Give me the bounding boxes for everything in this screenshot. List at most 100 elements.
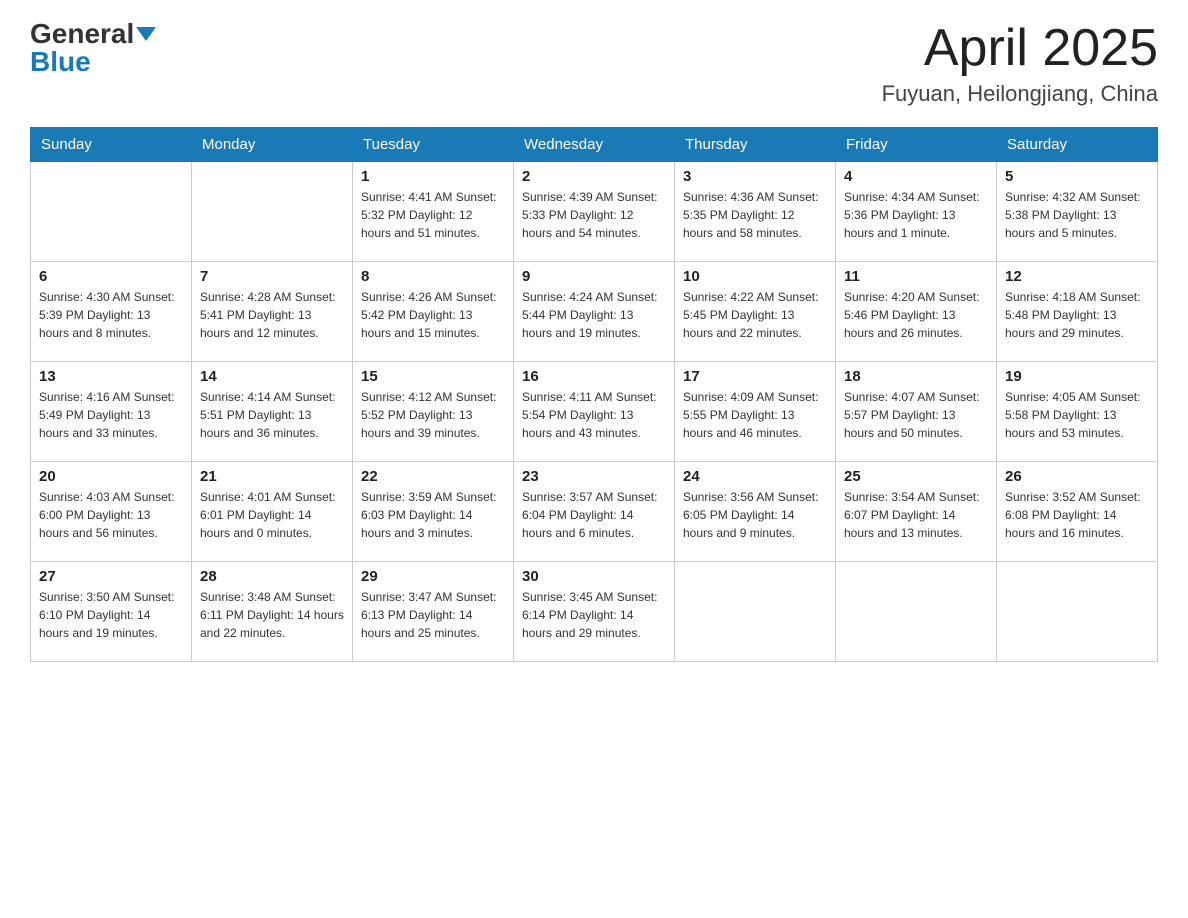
day-info: Sunrise: 3:45 AM Sunset: 6:14 PM Dayligh… [522,588,666,642]
calendar-cell: 24 Sunrise: 3:56 AM Sunset: 6:05 PM Dayli… [675,462,836,562]
calendar-cell: 16Sunrise: 4:11 AM Sunset: 5:54 PM Dayli… [514,362,675,462]
calendar-cell: 7 Sunrise: 4:28 AM Sunset: 5:41 PM Daylig… [192,262,353,362]
day-info: Sunrise: 3:50 AM Sunset: 6:10 PM Dayligh… [39,588,183,642]
day-number: 9 [522,268,666,285]
calendar-table: SundayMondayTuesdayWednesdayThursdayFrid… [30,127,1158,662]
day-number: 17 [683,368,827,385]
day-info: Sunrise: 4:36 AM Sunset: 5:35 PM Dayligh… [683,188,827,242]
calendar-cell: 4 Sunrise: 4:34 AM Sunset: 5:36 PM Daylig… [836,162,997,262]
day-number: 27 [39,568,183,585]
calendar-cell [836,562,997,662]
day-number: 5 [1005,168,1149,185]
day-info: Sunrise: 4:05 AM Sunset: 5:58 PM Dayligh… [1005,388,1149,442]
day-number: 15 [361,368,505,385]
calendar-cell [675,562,836,662]
calendar-cell: 22 Sunrise: 3:59 AM Sunset: 6:03 PM Dayli… [353,462,514,562]
day-number: 24 [683,468,827,485]
month-title: April 2025 [882,20,1158,77]
day-of-week-header: Sunday [31,128,192,162]
week-row: 13 Sunrise: 4:16 AM Sunset: 5:49 PM Dayli… [31,362,1158,462]
day-info: Sunrise: 4:41 AM Sunset: 5:32 PM Dayligh… [361,188,505,242]
day-info: Sunrise: 4:03 AM Sunset: 6:00 PM Dayligh… [39,488,183,542]
calendar-cell: 6Sunrise: 4:30 AM Sunset: 5:39 PM Daylig… [31,262,192,362]
calendar-cell: 21Sunrise: 4:01 AM Sunset: 6:01 PM Dayli… [192,462,353,562]
day-info: Sunrise: 4:16 AM Sunset: 5:49 PM Dayligh… [39,388,183,442]
calendar-cell: 11Sunrise: 4:20 AM Sunset: 5:46 PM Dayli… [836,262,997,362]
day-number: 12 [1005,268,1149,285]
day-number: 6 [39,268,183,285]
calendar-cell: 27 Sunrise: 3:50 AM Sunset: 6:10 PM Dayli… [31,562,192,662]
day-of-week-header: Thursday [675,128,836,162]
week-row: 27 Sunrise: 3:50 AM Sunset: 6:10 PM Dayli… [31,562,1158,662]
day-number: 21 [200,468,344,485]
day-number: 23 [522,468,666,485]
day-of-week-header: Monday [192,128,353,162]
calendar-cell: 19 Sunrise: 4:05 AM Sunset: 5:58 PM Dayli… [997,362,1158,462]
calendar-cell: 5Sunrise: 4:32 AM Sunset: 5:38 PM Daylig… [997,162,1158,262]
calendar-cell: 30Sunrise: 3:45 AM Sunset: 6:14 PM Dayli… [514,562,675,662]
calendar-cell: 25Sunrise: 3:54 AM Sunset: 6:07 PM Dayli… [836,462,997,562]
day-info: Sunrise: 4:28 AM Sunset: 5:41 PM Dayligh… [200,288,344,342]
day-info: Sunrise: 4:11 AM Sunset: 5:54 PM Dayligh… [522,388,666,442]
day-info: Sunrise: 4:34 AM Sunset: 5:36 PM Dayligh… [844,188,988,242]
location-title: Fuyuan, Heilongjiang, China [882,81,1158,107]
day-info: Sunrise: 3:48 AM Sunset: 6:11 PM Dayligh… [200,588,344,642]
logo-arrow-icon [136,27,156,41]
day-number: 19 [1005,368,1149,385]
day-info: Sunrise: 4:22 AM Sunset: 5:45 PM Dayligh… [683,288,827,342]
calendar-cell: 2 Sunrise: 4:39 AM Sunset: 5:33 PM Daylig… [514,162,675,262]
calendar-cell: 15Sunrise: 4:12 AM Sunset: 5:52 PM Dayli… [353,362,514,462]
day-number: 2 [522,168,666,185]
day-of-week-header: Saturday [997,128,1158,162]
day-number: 8 [361,268,505,285]
day-info: Sunrise: 3:52 AM Sunset: 6:08 PM Dayligh… [1005,488,1149,542]
title-section: April 2025 Fuyuan, Heilongjiang, China [882,20,1158,107]
calendar-cell: 13 Sunrise: 4:16 AM Sunset: 5:49 PM Dayli… [31,362,192,462]
calendar-cell: 14Sunrise: 4:14 AM Sunset: 5:51 PM Dayli… [192,362,353,462]
day-number: 26 [1005,468,1149,485]
day-info: Sunrise: 4:20 AM Sunset: 5:46 PM Dayligh… [844,288,988,342]
day-number: 22 [361,468,505,485]
day-of-week-header: Tuesday [353,128,514,162]
week-row: 6Sunrise: 4:30 AM Sunset: 5:39 PM Daylig… [31,262,1158,362]
calendar-header-row: SundayMondayTuesdayWednesdayThursdayFrid… [31,128,1158,162]
day-number: 4 [844,168,988,185]
day-number: 10 [683,268,827,285]
day-number: 20 [39,468,183,485]
week-row: 1Sunrise: 4:41 AM Sunset: 5:32 PM Daylig… [31,162,1158,262]
day-info: Sunrise: 4:26 AM Sunset: 5:42 PM Dayligh… [361,288,505,342]
day-info: Sunrise: 4:24 AM Sunset: 5:44 PM Dayligh… [522,288,666,342]
calendar-cell: 20 Sunrise: 4:03 AM Sunset: 6:00 PM Dayli… [31,462,192,562]
day-number: 13 [39,368,183,385]
calendar-cell: 9 Sunrise: 4:24 AM Sunset: 5:44 PM Daylig… [514,262,675,362]
day-number: 25 [844,468,988,485]
calendar-cell: 28 Sunrise: 3:48 AM Sunset: 6:11 PM Dayli… [192,562,353,662]
day-info: Sunrise: 4:18 AM Sunset: 5:48 PM Dayligh… [1005,288,1149,342]
calendar-cell: 12 Sunrise: 4:18 AM Sunset: 5:48 PM Dayli… [997,262,1158,362]
day-info: Sunrise: 4:07 AM Sunset: 5:57 PM Dayligh… [844,388,988,442]
day-info: Sunrise: 3:56 AM Sunset: 6:05 PM Dayligh… [683,488,827,542]
day-info: Sunrise: 3:59 AM Sunset: 6:03 PM Dayligh… [361,488,505,542]
day-number: 3 [683,168,827,185]
calendar-cell: 23 Sunrise: 3:57 AM Sunset: 6:04 PM Dayli… [514,462,675,562]
calendar-cell: 26 Sunrise: 3:52 AM Sunset: 6:08 PM Dayli… [997,462,1158,562]
page-header: General Blue April 2025 Fuyuan, Heilongj… [30,20,1158,107]
day-number: 29 [361,568,505,585]
day-number: 7 [200,268,344,285]
logo: General Blue [30,20,156,76]
calendar-cell [31,162,192,262]
calendar-cell: 1Sunrise: 4:41 AM Sunset: 5:32 PM Daylig… [353,162,514,262]
week-row: 20 Sunrise: 4:03 AM Sunset: 6:00 PM Dayli… [31,462,1158,562]
day-of-week-header: Wednesday [514,128,675,162]
calendar-cell [997,562,1158,662]
day-number: 28 [200,568,344,585]
day-info: Sunrise: 3:57 AM Sunset: 6:04 PM Dayligh… [522,488,666,542]
day-info: Sunrise: 4:39 AM Sunset: 5:33 PM Dayligh… [522,188,666,242]
calendar-cell: 10 Sunrise: 4:22 AM Sunset: 5:45 PM Dayli… [675,262,836,362]
calendar-cell: 8 Sunrise: 4:26 AM Sunset: 5:42 PM Daylig… [353,262,514,362]
day-number: 18 [844,368,988,385]
calendar-cell: 29Sunrise: 3:47 AM Sunset: 6:13 PM Dayli… [353,562,514,662]
logo-blue-text: Blue [30,48,91,76]
logo-general-text: General [30,20,134,48]
day-info: Sunrise: 4:14 AM Sunset: 5:51 PM Dayligh… [200,388,344,442]
